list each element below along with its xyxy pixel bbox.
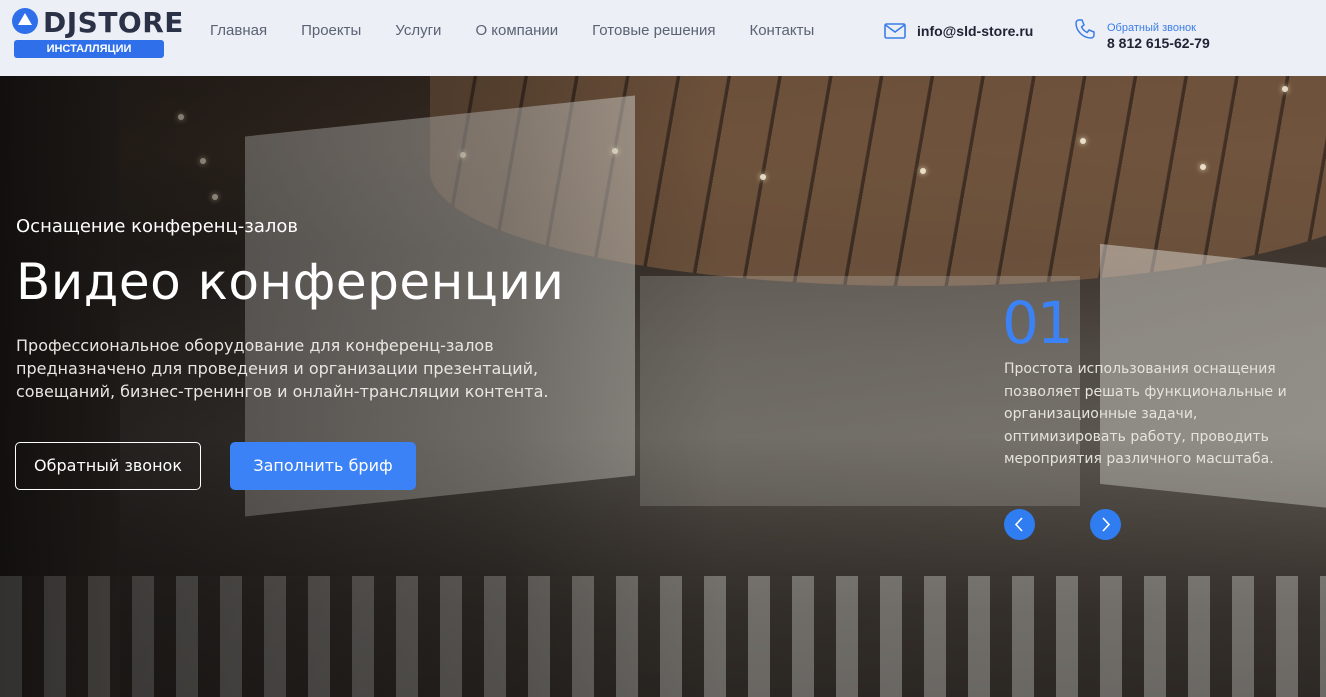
callback-button[interactable]: Обратный звонок [15, 442, 201, 490]
hero-title: Видео конференции [16, 253, 565, 311]
email-link[interactable]: info@sld-store.ru [917, 23, 1033, 39]
site-header: DJSTORE ИНСТАЛЛЯЦИИ Главная Проекты Услу… [0, 0, 1326, 76]
hero-description: Профессиональное оборудование для конфер… [16, 336, 549, 401]
mail-icon [884, 23, 906, 39]
ceiling-light [1282, 86, 1288, 92]
chevron-left-icon [1014, 517, 1023, 532]
ceiling-light [760, 174, 766, 180]
nav-item-about[interactable]: О компании [475, 22, 558, 40]
phone-icon [1075, 19, 1095, 39]
nav-item-solutions[interactable]: Готовые решения [592, 22, 715, 40]
chevron-right-icon [1102, 517, 1111, 532]
ceiling-light [1080, 138, 1086, 144]
nav-item-contacts[interactable]: Контакты [749, 22, 814, 40]
nav-item-services[interactable]: Услуги [395, 22, 441, 40]
main-nav: Главная Проекты Услуги О компании Готовы… [210, 22, 848, 40]
slider-next-button[interactable] [1090, 509, 1121, 540]
logo[interactable]: DJSTORE ИНСТАЛЛЯЦИИ [12, 6, 183, 60]
logo-tagline: ИНСТАЛЛЯЦИИ [12, 36, 164, 58]
logo-triangle-icon [12, 8, 38, 34]
slide-number: 01 [1002, 289, 1074, 357]
callback-link[interactable]: Обратный звонок [1107, 22, 1196, 34]
nav-item-projects[interactable]: Проекты [301, 22, 361, 40]
fill-brief-button[interactable]: Заполнить бриф [230, 442, 416, 490]
slide-text: Простота использования оснащения позволя… [1004, 361, 1287, 467]
slider-prev-button[interactable] [1004, 509, 1035, 540]
hero-subtitle: Оснащение конференц-залов [16, 216, 299, 237]
ceiling-light [920, 168, 926, 174]
phone-number[interactable]: 8 812 615-62-79 [1107, 35, 1210, 51]
ceiling-light [1200, 164, 1206, 170]
logo-text: DJSTORE [43, 6, 184, 39]
hero-section: Оснащение конференц-залов Видео конферен… [0, 76, 1326, 697]
nav-item-home[interactable]: Главная [210, 22, 267, 40]
